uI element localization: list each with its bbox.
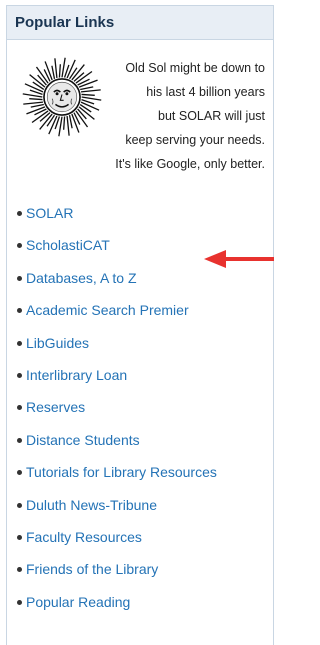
panel-header: Popular Links bbox=[7, 6, 273, 40]
list-item: Interlibrary Loan bbox=[0, 359, 279, 391]
sun-ray bbox=[51, 65, 56, 79]
bullet-icon bbox=[17, 211, 22, 216]
bullet-icon bbox=[17, 534, 22, 540]
sun-ray bbox=[23, 101, 44, 105]
list-item: Academic Search Premier bbox=[0, 294, 279, 326]
list-item: SOLAR bbox=[0, 197, 279, 229]
list-item: Reserves bbox=[0, 391, 279, 423]
list-item: Friends of the Library bbox=[0, 553, 279, 585]
bullet-icon bbox=[17, 437, 22, 443]
promo-line: It's like Google, only better. bbox=[115, 157, 265, 171]
bullet-icon bbox=[17, 308, 22, 314]
promo-line: but SOLAR will just bbox=[158, 109, 265, 123]
list-item: Duluth News-Tribune bbox=[0, 489, 279, 521]
link-reserves[interactable]: Reserves bbox=[26, 399, 85, 415]
sun-ray bbox=[61, 57, 66, 78]
sun-ray bbox=[63, 116, 66, 130]
promo-line: keep serving your needs. bbox=[125, 133, 265, 147]
bullet-icon bbox=[17, 340, 22, 346]
sun-ray bbox=[30, 103, 44, 108]
sun-ray bbox=[58, 116, 63, 137]
sun-ray bbox=[68, 115, 73, 129]
sun-ray bbox=[58, 64, 61, 78]
sun-ray bbox=[66, 115, 70, 136]
link-libguides[interactable]: LibGuides bbox=[26, 335, 89, 351]
red-arrow-icon bbox=[204, 250, 274, 268]
link-popular-reading[interactable]: Popular Reading bbox=[26, 594, 130, 610]
link-databases-a-to-z[interactable]: Databases, A to Z bbox=[26, 270, 137, 286]
list-item: Distance Students bbox=[0, 424, 279, 456]
bullet-icon bbox=[17, 275, 22, 281]
sun-ray bbox=[22, 93, 43, 98]
promo-line: his last 4 billion years bbox=[146, 85, 265, 99]
link-scholasticat[interactable]: ScholastiCAT bbox=[26, 237, 110, 253]
link-academic-search-premier[interactable]: Academic Search Premier bbox=[26, 302, 189, 318]
link-interlibrary-loan[interactable]: Interlibrary Loan bbox=[26, 367, 127, 383]
bullet-icon bbox=[17, 599, 22, 605]
list-item: Tutorials for Library Resources bbox=[0, 456, 279, 488]
solar-promo: Old Sol might be down to his last 4 bill… bbox=[7, 40, 273, 208]
list-item: LibGuides bbox=[0, 327, 279, 359]
panel-title: Popular Links bbox=[15, 14, 115, 31]
link-faculty-resources[interactable]: Faculty Resources bbox=[26, 529, 142, 545]
promo-line: Old Sol might be down to bbox=[125, 61, 265, 75]
promo-text: Old Sol might be down to his last 4 bill… bbox=[75, 56, 265, 176]
link-distance-students[interactable]: Distance Students bbox=[26, 432, 140, 448]
bullet-icon bbox=[17, 372, 22, 378]
link-duluth-news-tribune[interactable]: Duluth News-Tribune bbox=[26, 497, 157, 513]
bullet-icon bbox=[17, 405, 22, 411]
bullet-icon bbox=[17, 470, 22, 476]
sun-ray bbox=[29, 98, 43, 101]
link-friends-of-the-library[interactable]: Friends of the Library bbox=[26, 561, 158, 577]
list-item: Popular Reading bbox=[0, 586, 279, 618]
bullet-icon bbox=[17, 567, 22, 573]
list-item: Faculty Resources bbox=[0, 521, 279, 553]
link-solar[interactable]: SOLAR bbox=[26, 205, 73, 221]
bullet-icon bbox=[17, 243, 22, 249]
link-tutorials[interactable]: Tutorials for Library Resources bbox=[26, 464, 217, 480]
sun-ray bbox=[54, 58, 58, 79]
bullet-icon bbox=[17, 502, 22, 508]
